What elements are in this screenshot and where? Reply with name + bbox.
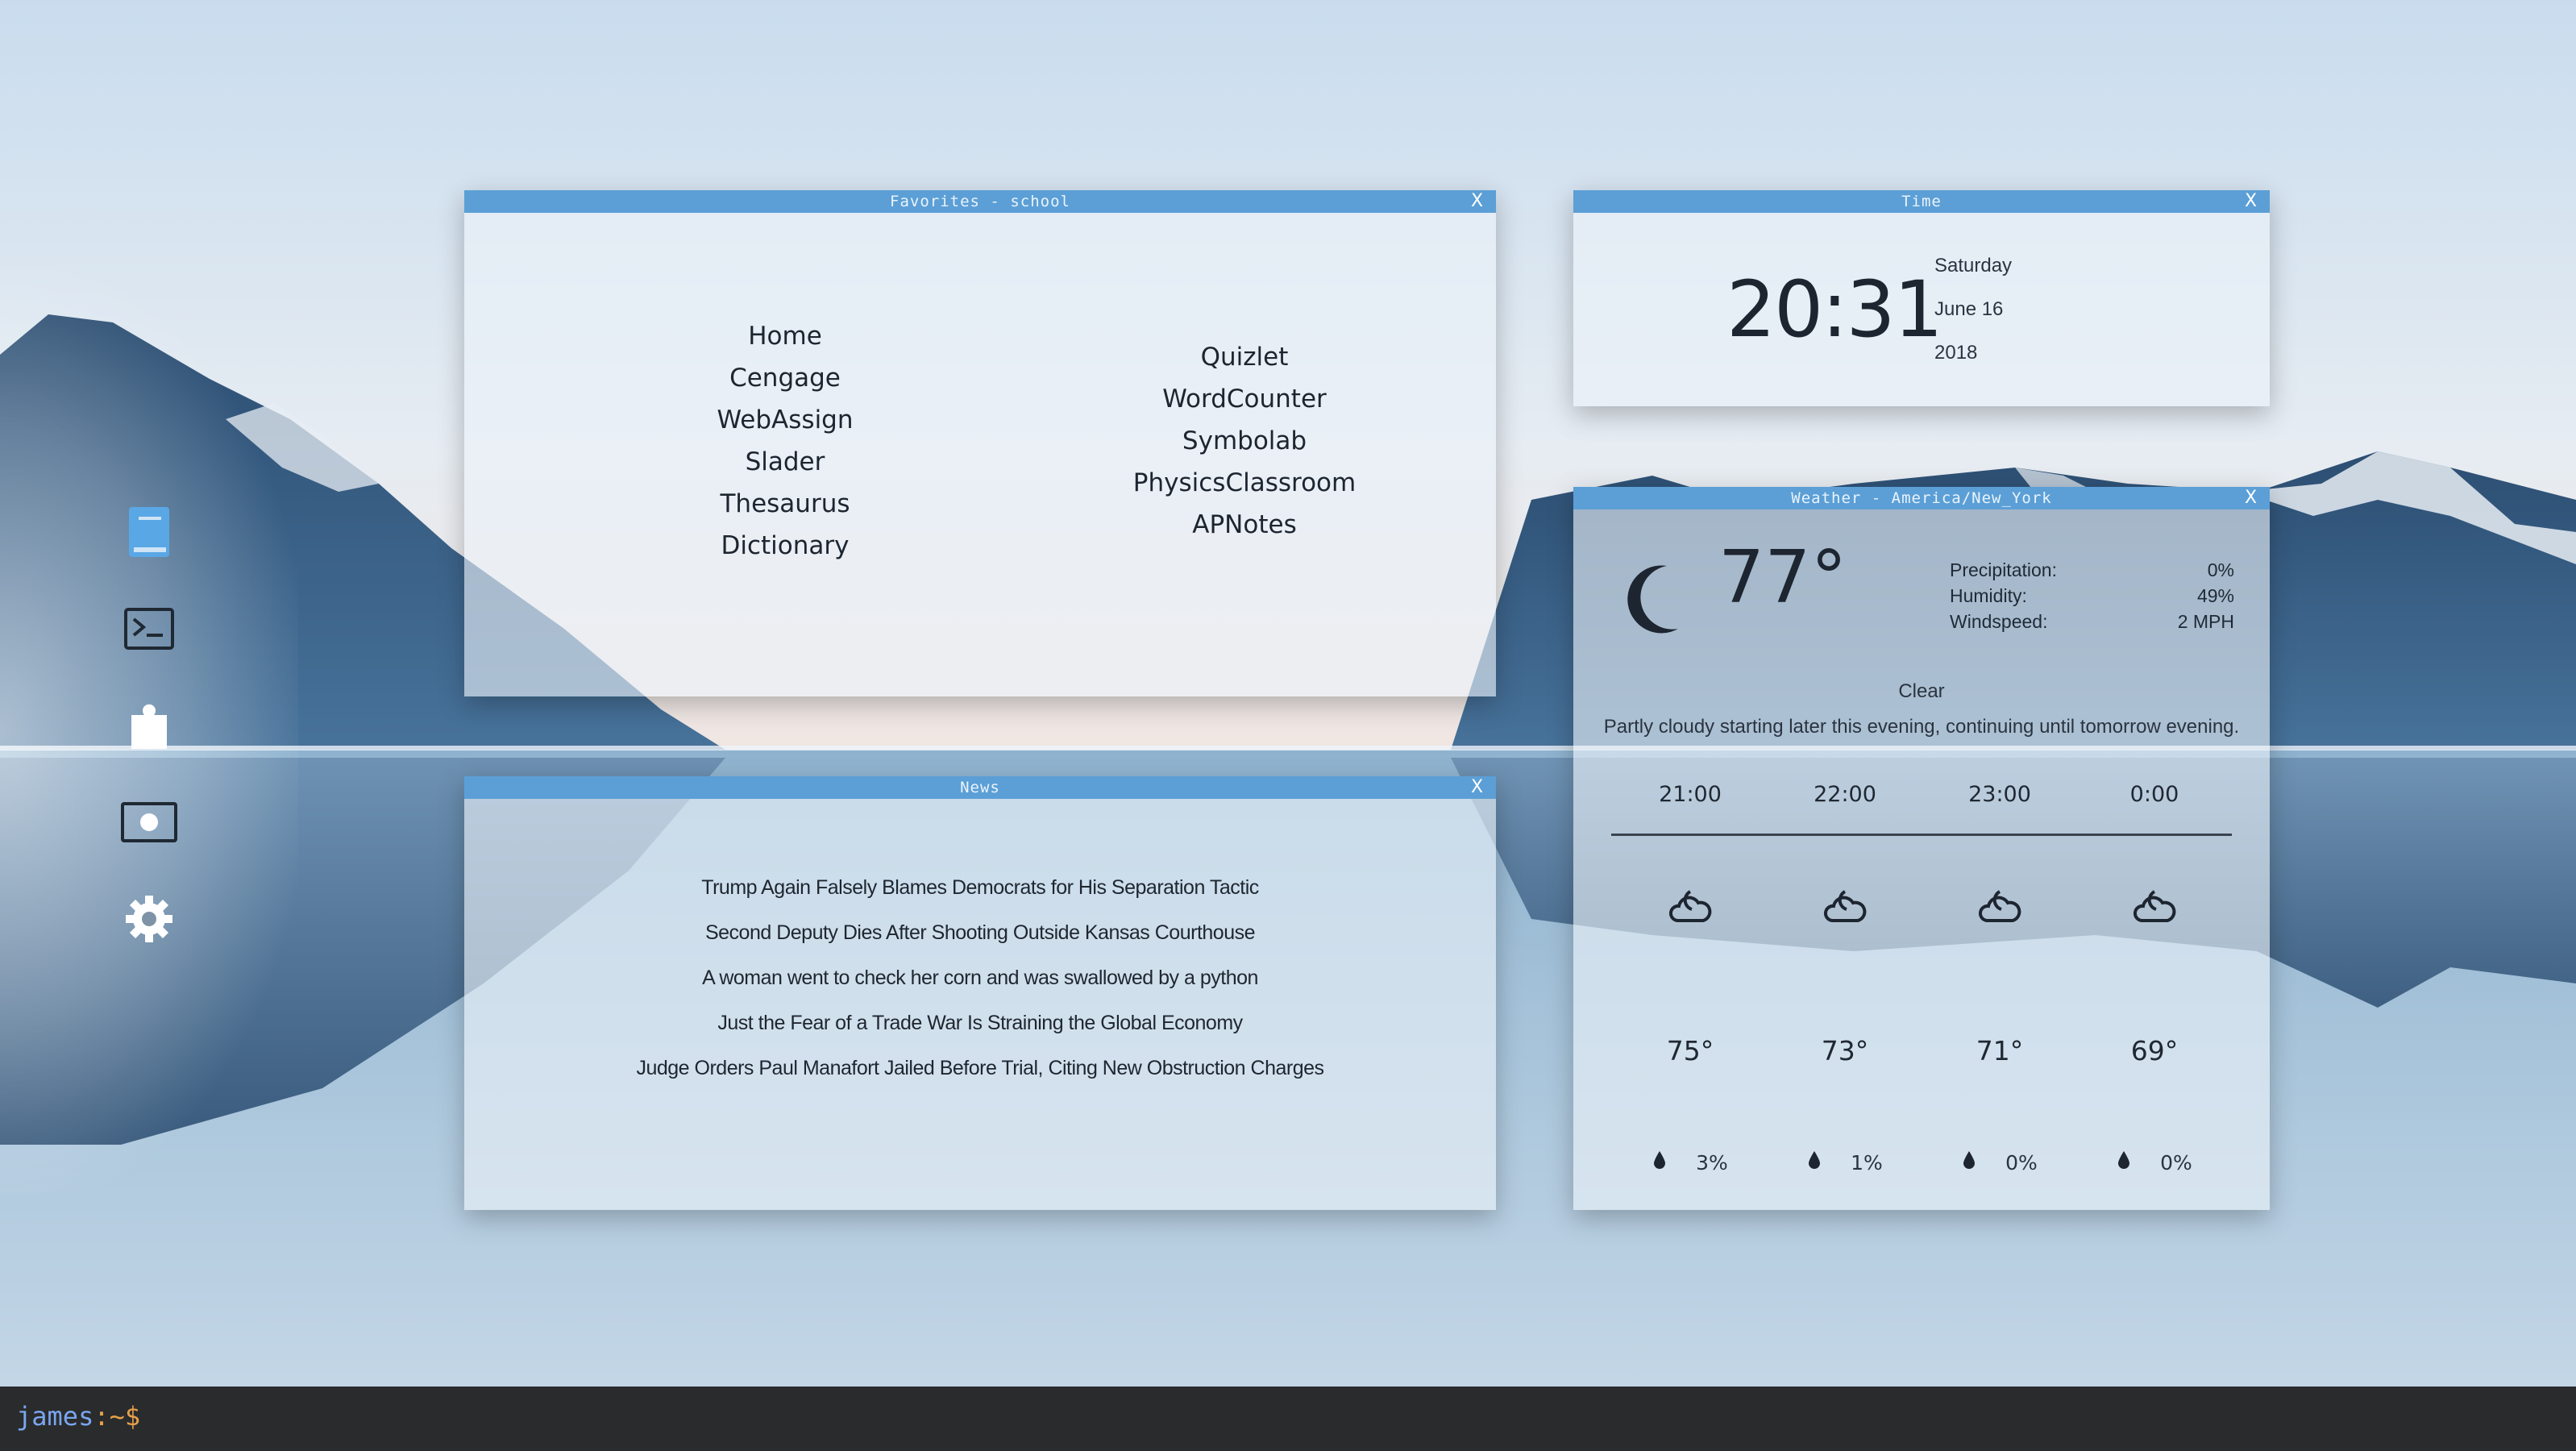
weather-close-button[interactable]: X [2241, 487, 2262, 509]
time-title: Time [1901, 193, 1942, 210]
precipitation-label: Precipitation: [1950, 559, 2057, 580]
favorite-link[interactable]: Thesaurus [721, 483, 850, 525]
forecast-precip: 0% [2094, 1150, 2215, 1175]
forecast-precip-value: 0% [2160, 1150, 2192, 1175]
partly-cloudy-night-icon [1939, 885, 2060, 929]
date-label: June 16 [1934, 298, 2004, 320]
news-title-bar[interactable]: News X [464, 776, 1496, 799]
forecast-hour-label: 21:00 [1659, 782, 1722, 807]
weather-condition: Clear [1898, 680, 1945, 702]
favorite-link[interactable]: Quizlet [1201, 336, 1289, 378]
raindrop-icon [2117, 1150, 2131, 1175]
forecast-hour-temp: 71° [1976, 1035, 2024, 1066]
prompt-user: james [16, 1401, 94, 1432]
forecast-hour-label: 0:00 [2129, 782, 2179, 807]
raindrop-icon [1962, 1150, 1976, 1175]
forecast-hour-temp: 75° [1666, 1035, 1714, 1066]
news-headline[interactable]: Second Deputy Dies After Shooting Outsid… [705, 910, 1256, 955]
news-headline-list: Trump Again Falsely Blames Democrats for… [464, 865, 1496, 1091]
humidity-label: Humidity: [1950, 585, 2027, 606]
precipitation-value: 0% [2207, 559, 2234, 580]
forecast-precip-value: 0% [2005, 1150, 2038, 1175]
record-icon[interactable] [121, 794, 177, 850]
weather-window: Weather - America/New_York X 77° Precipi… [1573, 487, 2270, 1210]
forecast-hour-label: 22:00 [1814, 782, 1876, 807]
favorite-link[interactable]: PhysicsClassroom [1133, 462, 1356, 504]
shell-prompt[interactable]: james:~$ [16, 1401, 140, 1432]
humidity-value: 49% [2196, 585, 2234, 606]
favorite-link[interactable]: Slader [746, 441, 825, 483]
forecast-precip: 1% [1785, 1150, 1905, 1175]
partly-cloudy-night-icon [2094, 885, 2215, 929]
forecast-divider [1611, 834, 2232, 836]
news-window: News X Trump Again Falsely Blames Democr… [464, 776, 1496, 1210]
windspeed-value: 2 MPH [2177, 611, 2234, 632]
favorite-link[interactable]: WordCounter [1162, 378, 1327, 420]
moon-icon [1622, 561, 1683, 639]
weather-title-bar[interactable]: Weather - America/New_York X [1573, 487, 2270, 509]
time-title-bar[interactable]: Time X [1573, 190, 2270, 213]
favorite-link[interactable]: WebAssign [717, 399, 853, 441]
forecast-hour-temp: 73° [1821, 1035, 1869, 1066]
day-label: Saturday [1934, 255, 2013, 276]
forecast-hour-label: 23:00 [1968, 782, 2031, 807]
book-icon[interactable] [121, 504, 177, 560]
favorites-window: Favorites - school X Home Cengage WebAssig… [464, 190, 1496, 696]
favorites-right-column: Quizlet WordCounter Symbolab PhysicsClassro… [1109, 336, 1380, 546]
news-headline[interactable]: Trump Again Falsely Blames Democrats for… [701, 865, 1259, 910]
news-headline[interactable]: Judge Orders Paul Manafort Jailed Before… [636, 1046, 1324, 1091]
favorite-link[interactable]: APNotes [1192, 504, 1296, 546]
year-label: 2018 [1934, 342, 1978, 364]
app-dock [0, 266, 298, 1193]
time-close-button[interactable]: X [2241, 190, 2262, 213]
favorite-link[interactable]: Dictionary [721, 525, 850, 567]
time-window: Time X 20:31 Saturday June 16 2018 [1573, 190, 2270, 406]
partly-cloudy-night-icon [1630, 885, 1751, 929]
favorite-link[interactable]: Symbolab [1182, 420, 1307, 462]
favorites-title-bar[interactable]: Favorites - school X [464, 190, 1496, 213]
partly-cloudy-night-icon [1785, 885, 1905, 929]
puzzle-piece-icon[interactable] [121, 697, 177, 754]
forecast-precip-value: 3% [1696, 1150, 1728, 1175]
raindrop-icon [1652, 1150, 1667, 1175]
news-headline[interactable]: A woman went to check her corn and was s… [702, 955, 1258, 1000]
weather-title: Weather - America/New_York [1791, 489, 2052, 507]
favorite-link[interactable]: Home [748, 315, 822, 357]
forecast-precip: 3% [1630, 1150, 1751, 1175]
forecast-precip: 0% [1939, 1150, 2060, 1175]
taskbar: james:~$ [0, 1387, 2576, 1451]
favorites-close-button[interactable]: X [1467, 190, 1488, 213]
news-headline[interactable]: Just the Fear of a Trade War Is Strainin… [717, 1000, 1243, 1046]
raindrop-icon [1807, 1150, 1822, 1175]
news-close-button[interactable]: X [1467, 776, 1488, 799]
forecast-hour-temp: 69° [2130, 1035, 2179, 1066]
terminal-icon[interactable] [121, 601, 177, 657]
favorite-link[interactable]: Cengage [729, 357, 841, 399]
news-title: News [960, 779, 1000, 796]
favorites-title: Favorites - school [890, 193, 1070, 210]
clock-display: 20:31 [1726, 264, 1943, 355]
weather-summary: Partly cloudy starting later this evenin… [1603, 716, 2240, 738]
prompt-path: :~$ [93, 1401, 141, 1432]
gear-icon[interactable] [121, 891, 177, 947]
forecast-precip-value: 1% [1851, 1150, 1883, 1175]
current-temperature: 77° [1718, 535, 1847, 620]
favorites-left-column: Home Cengage WebAssign Slader Thesaurus Dicti… [642, 315, 929, 567]
windspeed-label: Windspeed: [1950, 611, 2048, 632]
